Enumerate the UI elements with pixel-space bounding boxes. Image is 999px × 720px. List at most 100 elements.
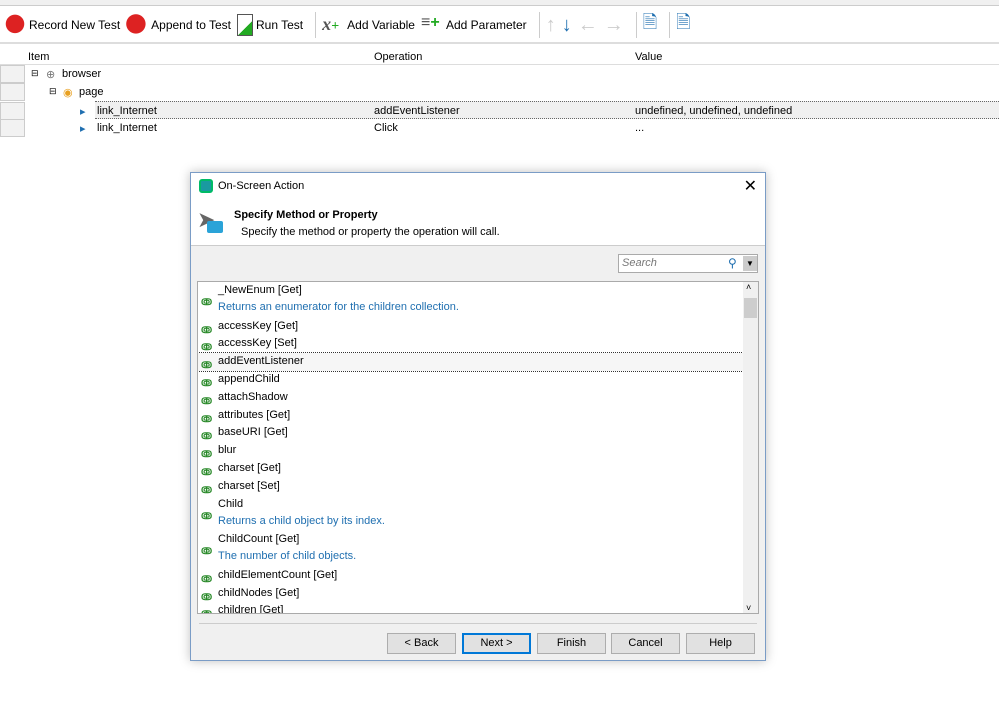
- item-name: childNodes [Get]: [218, 586, 300, 599]
- list-item[interactable]: ↂ accessKey [Set]: [198, 335, 758, 353]
- list-item[interactable]: ↂ _NewEnum [Get] Returns an enumerator for…: [198, 282, 758, 318]
- scrollbar[interactable]: ˄ ˅: [743, 282, 758, 613]
- scroll-down-icon[interactable]: ˅: [746, 603, 751, 613]
- list-item[interactable]: ↂ blur: [198, 442, 758, 460]
- item-name: charset [Get]: [218, 461, 281, 474]
- toolbar-separator: [669, 12, 671, 38]
- row-header: [0, 83, 25, 101]
- append-icon: [126, 14, 149, 36]
- item-name: attributes [Get]: [218, 408, 291, 421]
- item-cell: link_Internet: [97, 105, 157, 117]
- row-header: [0, 102, 25, 120]
- search-icon[interactable]: ⚲: [728, 256, 737, 270]
- method-icon: ↂ: [201, 297, 213, 307]
- list-item[interactable]: ↂ accessKey [Get]: [198, 318, 758, 336]
- globe-icon: ⊕: [46, 69, 56, 81]
- list-item[interactable]: ↂ attachShadow: [198, 389, 758, 407]
- operation-cell: Click: [374, 122, 398, 134]
- comment-icon[interactable]: 🗎: [643, 10, 657, 40]
- add-variable-button[interactable]: x+ Add Variable: [322, 14, 415, 36]
- value-cell: ...: [635, 122, 645, 134]
- item-name: addEventListener: [218, 355, 304, 368]
- item-name: baseURI [Get]: [218, 426, 288, 439]
- item-name: appendChild: [218, 372, 280, 385]
- list-item[interactable]: ↂ appendChild: [198, 371, 758, 389]
- operation-cell: addEventListener: [374, 105, 460, 117]
- search-input[interactable]: Search: [618, 254, 758, 273]
- cancel-button[interactable]: Cancel: [611, 633, 680, 654]
- move-up-icon[interactable]: ↑: [546, 14, 556, 37]
- list-item[interactable]: ↂ childNodes [Get]: [198, 585, 758, 603]
- search-dropdown-icon[interactable]: ▼: [743, 256, 757, 271]
- close-icon[interactable]: ✕: [744, 176, 757, 196]
- header-value[interactable]: Value: [635, 51, 662, 63]
- toolbar-separator: [538, 12, 540, 38]
- divider: [199, 623, 757, 624]
- item-name: _NewEnum [Get]: [218, 284, 302, 296]
- method-list[interactable]: ↂ _NewEnum [Get] Returns an enumerator for…: [197, 281, 759, 614]
- finish-button[interactable]: Finish: [537, 633, 606, 654]
- scroll-thumb[interactable]: [744, 298, 757, 318]
- grid-header: Item Operation Value: [0, 48, 999, 65]
- list-item[interactable]: ↂ charset [Get]: [198, 460, 758, 478]
- back-button[interactable]: < Back: [387, 633, 456, 654]
- table-row[interactable]: ▸ link_Internet Click ...: [0, 119, 999, 137]
- toolbar-separator: [635, 12, 637, 38]
- list-item[interactable]: ↂ childElementCount [Get]: [198, 567, 758, 585]
- header-item[interactable]: Item: [28, 51, 49, 63]
- item-name: children [Get]: [218, 604, 284, 614]
- table-row-selected[interactable]: ▸ link_Internet addEventListener undefin…: [0, 101, 999, 120]
- item-cell: browser: [62, 68, 102, 80]
- parameter-icon: ≡+: [420, 14, 440, 31]
- item-cell: page: [79, 86, 104, 98]
- help-button[interactable]: Help: [686, 633, 755, 654]
- add-parameter-button[interactable]: ≡+ Add Parameter: [421, 14, 527, 36]
- item-name: attachShadow: [218, 390, 288, 403]
- dialog-titlebar: On-Screen Action ✕: [191, 173, 765, 199]
- test-grid: Item Operation Value ⊟ ⊕ browser ⊟ ◉ page …: [0, 48, 999, 137]
- scroll-up-icon[interactable]: ˄: [746, 282, 751, 292]
- move-right-icon[interactable]: →: [604, 14, 624, 37]
- collapse-icon[interactable]: ⊟: [49, 86, 57, 97]
- run-test-button[interactable]: Run Test: [237, 14, 303, 36]
- item-name: Child: [218, 497, 244, 510]
- list-item[interactable]: ↂ addEventListener: [198, 352, 744, 372]
- item-name: blur: [218, 444, 237, 457]
- record-icon: [4, 14, 26, 36]
- table-row[interactable]: ⊟ ◉ page: [0, 83, 999, 101]
- header-operation[interactable]: Operation: [374, 51, 422, 63]
- list-item[interactable]: ↂ children [Get]: [198, 602, 758, 614]
- table-row[interactable]: ⊟ ⊕ browser: [0, 65, 999, 83]
- list-item[interactable]: ↂ baseURI [Get]: [198, 424, 758, 442]
- dialog-heading: Specify Method or Property: [234, 209, 378, 221]
- method-icon: ↂ: [201, 546, 213, 557]
- item-name: charset [Set]: [218, 479, 280, 492]
- item-name: accessKey [Get]: [218, 319, 299, 332]
- list-item[interactable]: ↂ ChildCount [Get] The number of child obj…: [198, 531, 758, 567]
- collapse-icon[interactable]: ⊟: [31, 68, 39, 79]
- dialog-title: On-Screen Action: [218, 180, 305, 192]
- list-item[interactable]: ↂ charset [Set]: [198, 478, 758, 496]
- list-item[interactable]: ↂ Child Returns a child object by its inde…: [198, 496, 758, 532]
- list-item[interactable]: ↂ attributes [Get]: [198, 407, 758, 425]
- variable-icon: x+: [322, 14, 340, 34]
- record-new-test-button[interactable]: Record New Test: [4, 14, 120, 36]
- on-screen-action-dialog: On-Screen Action ✕ ➤ Specify Method or P…: [190, 172, 766, 661]
- value-cell: undefined, undefined, undefined: [635, 105, 793, 117]
- item-cell: link_Internet: [97, 122, 157, 134]
- next-button[interactable]: Next >: [462, 633, 531, 654]
- move-down-icon[interactable]: ↓: [562, 14, 572, 37]
- item-description: Returns an enumerator for the children c…: [218, 301, 459, 313]
- append-to-test-button[interactable]: Append to Test: [126, 14, 231, 36]
- item-description: The number of child objects.: [218, 550, 357, 563]
- app-icon: [199, 179, 213, 193]
- move-left-icon[interactable]: ←: [578, 14, 598, 37]
- tag-icon[interactable]: 🗎: [676, 10, 690, 40]
- tab-strip: [0, 0, 999, 6]
- row-header: [0, 65, 25, 83]
- item-name: childElementCount [Get]: [218, 568, 338, 581]
- run-icon: [237, 14, 253, 36]
- row-header: [0, 119, 25, 137]
- monitor-icon: [207, 221, 223, 233]
- method-icon: ↂ: [201, 510, 213, 521]
